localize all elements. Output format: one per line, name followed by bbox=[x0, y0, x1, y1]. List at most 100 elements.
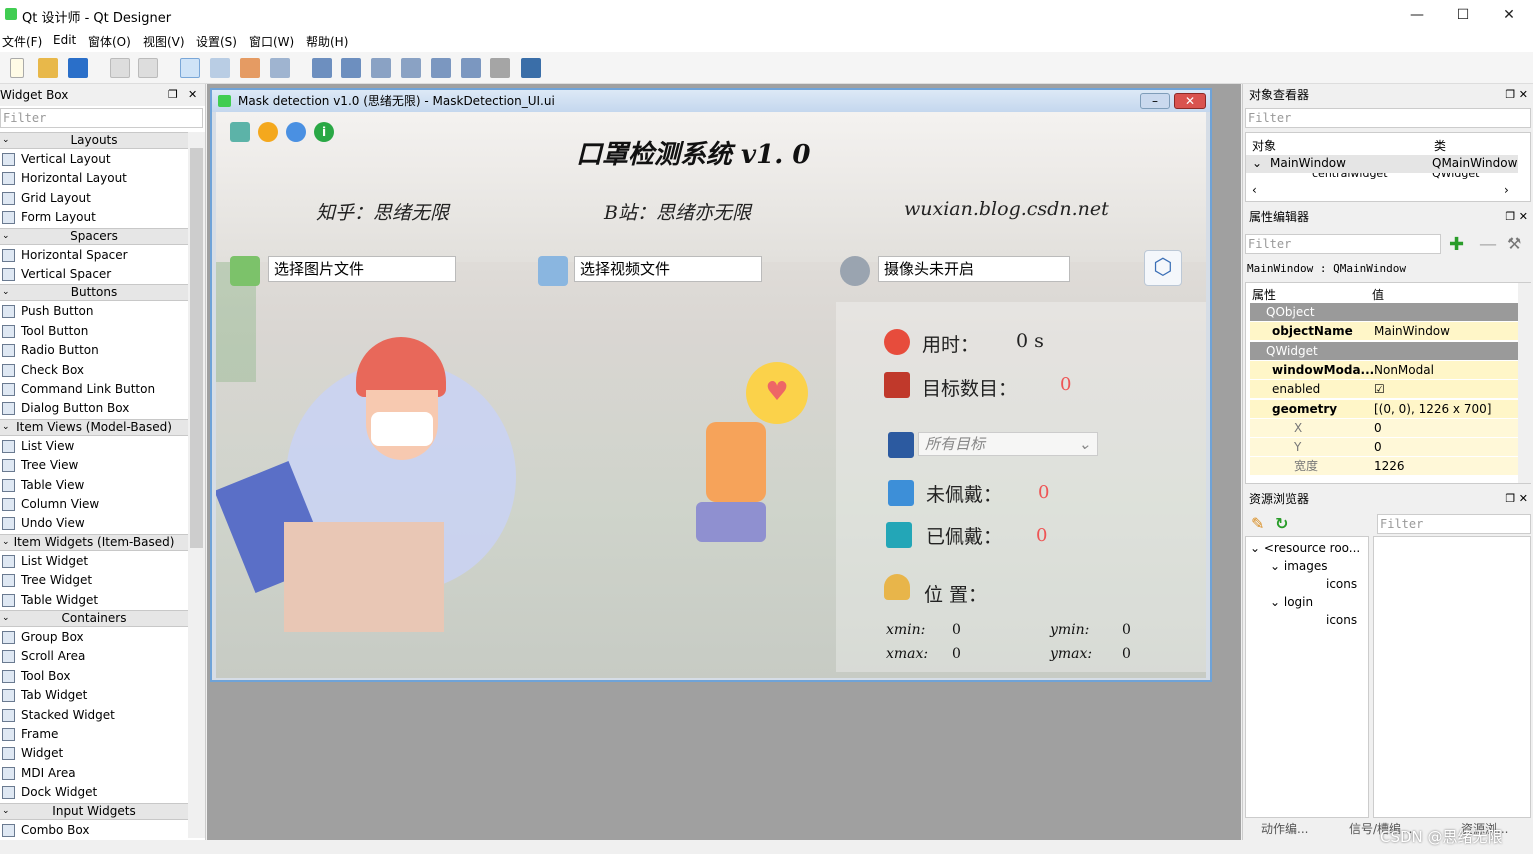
float-icon[interactable]: ❐ bbox=[168, 84, 178, 106]
widget-category[interactable]: ⌄ Spacers bbox=[0, 227, 188, 245]
resource-node[interactable]: icons bbox=[1326, 577, 1357, 591]
widget-item[interactable]: Tree Widget bbox=[0, 571, 188, 590]
settings-icon[interactable] bbox=[258, 122, 278, 142]
chevron-down-icon[interactable]: ⌄ bbox=[2, 420, 10, 435]
widget-item[interactable]: Vertical Spacer bbox=[0, 265, 188, 284]
widget-category[interactable]: ⌄ Input Widgets bbox=[0, 802, 188, 820]
add-property-icon[interactable]: ✚ bbox=[1449, 234, 1464, 255]
widget-item[interactable]: Table View bbox=[0, 476, 188, 495]
widget-item[interactable]: Vertical Layout bbox=[0, 150, 188, 169]
widget-category[interactable]: ⌄ Item Widgets (Item-Based) bbox=[0, 533, 188, 551]
widget-item[interactable]: Dialog Button Box bbox=[0, 399, 188, 418]
menu-help[interactable]: 帮助(H) bbox=[306, 33, 348, 50]
layout-splitter-h-icon[interactable] bbox=[371, 58, 391, 78]
break-layout-icon[interactable] bbox=[490, 58, 510, 78]
widget-item[interactable]: Combo Box bbox=[0, 821, 188, 838]
resource-node[interactable]: ⌄ login bbox=[1270, 595, 1313, 609]
dock-controls-icon[interactable]: ❐ ✕ bbox=[1505, 488, 1528, 510]
new-file-icon[interactable] bbox=[10, 58, 24, 78]
object-row-selected[interactable]: ⌄ MainWindow QMainWindow bbox=[1246, 155, 1518, 173]
scroll-left-icon[interactable]: ‹ bbox=[1252, 183, 1257, 197]
property-row[interactable]: objectName MainWindow bbox=[1250, 322, 1520, 342]
widget-item[interactable]: Frame bbox=[0, 725, 188, 744]
dock-controls-icon[interactable]: ❐ ✕ bbox=[1505, 206, 1528, 228]
dock-controls-icon[interactable]: ❐ ✕ bbox=[1505, 84, 1528, 106]
remove-property-icon[interactable]: — bbox=[1479, 234, 1497, 255]
property-value[interactable]: 0 bbox=[1374, 419, 1382, 438]
chevron-down-icon[interactable]: ⌄ bbox=[2, 229, 10, 244]
widget-item[interactable]: Radio Button bbox=[0, 341, 188, 360]
property-value[interactable]: 0 bbox=[1374, 438, 1382, 457]
adjust-size-icon[interactable] bbox=[521, 58, 541, 78]
property-row[interactable]: windowModa... NonModal bbox=[1250, 360, 1520, 380]
reload-icon[interactable]: ↻ bbox=[1275, 514, 1288, 533]
property-scrollbar[interactable] bbox=[1518, 283, 1531, 483]
widget-item[interactable]: Group Box bbox=[0, 628, 188, 647]
property-value[interactable]: [(0, 0), 1226 x 700] bbox=[1374, 400, 1491, 419]
chevron-down-icon[interactable]: ⌄ bbox=[2, 535, 10, 550]
select-image-button[interactable]: 选择图片文件 bbox=[268, 256, 456, 282]
property-group[interactable]: QObject bbox=[1250, 303, 1520, 322]
widget-item[interactable]: Stacked Widget bbox=[0, 706, 188, 725]
maximize-button[interactable]: ☐ bbox=[1440, 2, 1486, 28]
save-result-icon[interactable] bbox=[230, 122, 250, 142]
resource-filter-input[interactable]: Filter bbox=[1377, 514, 1531, 534]
layout-form-icon[interactable] bbox=[461, 58, 481, 78]
resource-node[interactable]: ⌄ <resource roo... bbox=[1250, 541, 1360, 555]
widget-filter-input[interactable]: Filter bbox=[0, 108, 203, 128]
menu-view[interactable]: 视图(V) bbox=[143, 33, 185, 50]
widget-item[interactable]: Grid Layout bbox=[0, 189, 188, 208]
save-icon[interactable] bbox=[68, 58, 88, 78]
property-row[interactable]: 宽度 1226 bbox=[1250, 457, 1520, 477]
property-row[interactable]: geometry [(0, 0), 1226 x 700] bbox=[1250, 399, 1520, 419]
layout-vertical-icon[interactable] bbox=[341, 58, 361, 78]
expand-icon[interactable]: ⌄ bbox=[1250, 541, 1264, 555]
object-filter-input[interactable]: Filter bbox=[1245, 108, 1531, 128]
property-filter-input[interactable]: Filter bbox=[1245, 234, 1441, 254]
object-row[interactable]: centralwidget QWidget bbox=[1246, 173, 1518, 181]
select-video-button[interactable]: 选择视频文件 bbox=[574, 256, 762, 282]
edit-tab-order-icon[interactable] bbox=[270, 58, 290, 78]
paste-icon[interactable] bbox=[138, 58, 158, 78]
menu-edit[interactable]: Edit bbox=[53, 33, 76, 47]
edit-signals-icon[interactable] bbox=[210, 58, 230, 78]
widget-item[interactable]: Widget bbox=[0, 744, 188, 763]
edit-buddies-icon[interactable] bbox=[240, 58, 260, 78]
property-group[interactable]: QWidget bbox=[1250, 341, 1520, 361]
widget-item[interactable]: Tree View bbox=[0, 456, 188, 475]
open-folder-icon[interactable] bbox=[38, 58, 58, 78]
property-value[interactable]: ☑ bbox=[1374, 380, 1385, 399]
close-dock-icon[interactable]: ✕ bbox=[188, 84, 197, 106]
layout-grid-icon[interactable] bbox=[431, 58, 451, 78]
info-icon[interactable]: i bbox=[314, 122, 334, 142]
widget-item[interactable]: Column View bbox=[0, 495, 188, 514]
chevron-down-icon[interactable]: ⌄ bbox=[2, 285, 10, 300]
widget-item[interactable]: Dock Widget bbox=[0, 783, 188, 802]
expand-icon[interactable]: ⌄ bbox=[1270, 559, 1284, 573]
menu-file[interactable]: 文件(F) bbox=[2, 33, 42, 50]
widget-box-scroll-thumb[interactable] bbox=[190, 148, 203, 548]
target-select-combo[interactable]: 所有目标 ⌄ bbox=[918, 432, 1098, 456]
widget-category[interactable]: ⌄ Layouts bbox=[0, 132, 188, 149]
widget-item[interactable]: Undo View bbox=[0, 514, 188, 533]
widget-category[interactable]: ⌄ Containers bbox=[0, 610, 188, 627]
widget-item[interactable]: Scroll Area bbox=[0, 647, 188, 666]
camera-icon[interactable] bbox=[840, 256, 870, 286]
camera-button[interactable]: 摄像头未开启 bbox=[878, 256, 1070, 282]
user-icon[interactable] bbox=[286, 122, 306, 142]
close-button[interactable]: ✕ bbox=[1486, 2, 1532, 28]
model-icon[interactable]: ⬡ bbox=[1144, 250, 1182, 286]
widget-item[interactable]: MDI Area bbox=[0, 764, 188, 783]
form-minimize-button[interactable]: – bbox=[1140, 93, 1170, 109]
video-file-icon[interactable] bbox=[538, 256, 568, 286]
edit-widgets-icon[interactable] bbox=[180, 58, 200, 78]
scroll-right-icon[interactable]: › bbox=[1504, 183, 1509, 197]
widget-category[interactable]: ⌄ Buttons bbox=[0, 284, 188, 302]
form-window[interactable]: Mask detection v1.0 (思绪无限) - MaskDetecti… bbox=[210, 88, 1212, 682]
expand-icon[interactable]: ⌄ bbox=[1252, 156, 1262, 170]
layout-splitter-v-icon[interactable] bbox=[401, 58, 421, 78]
menu-window[interactable]: 窗口(W) bbox=[249, 33, 294, 50]
widget-item[interactable]: Horizontal Layout bbox=[0, 169, 188, 188]
chevron-down-icon[interactable]: ⌄ bbox=[2, 804, 10, 819]
widget-item[interactable]: Push Button bbox=[0, 302, 188, 321]
